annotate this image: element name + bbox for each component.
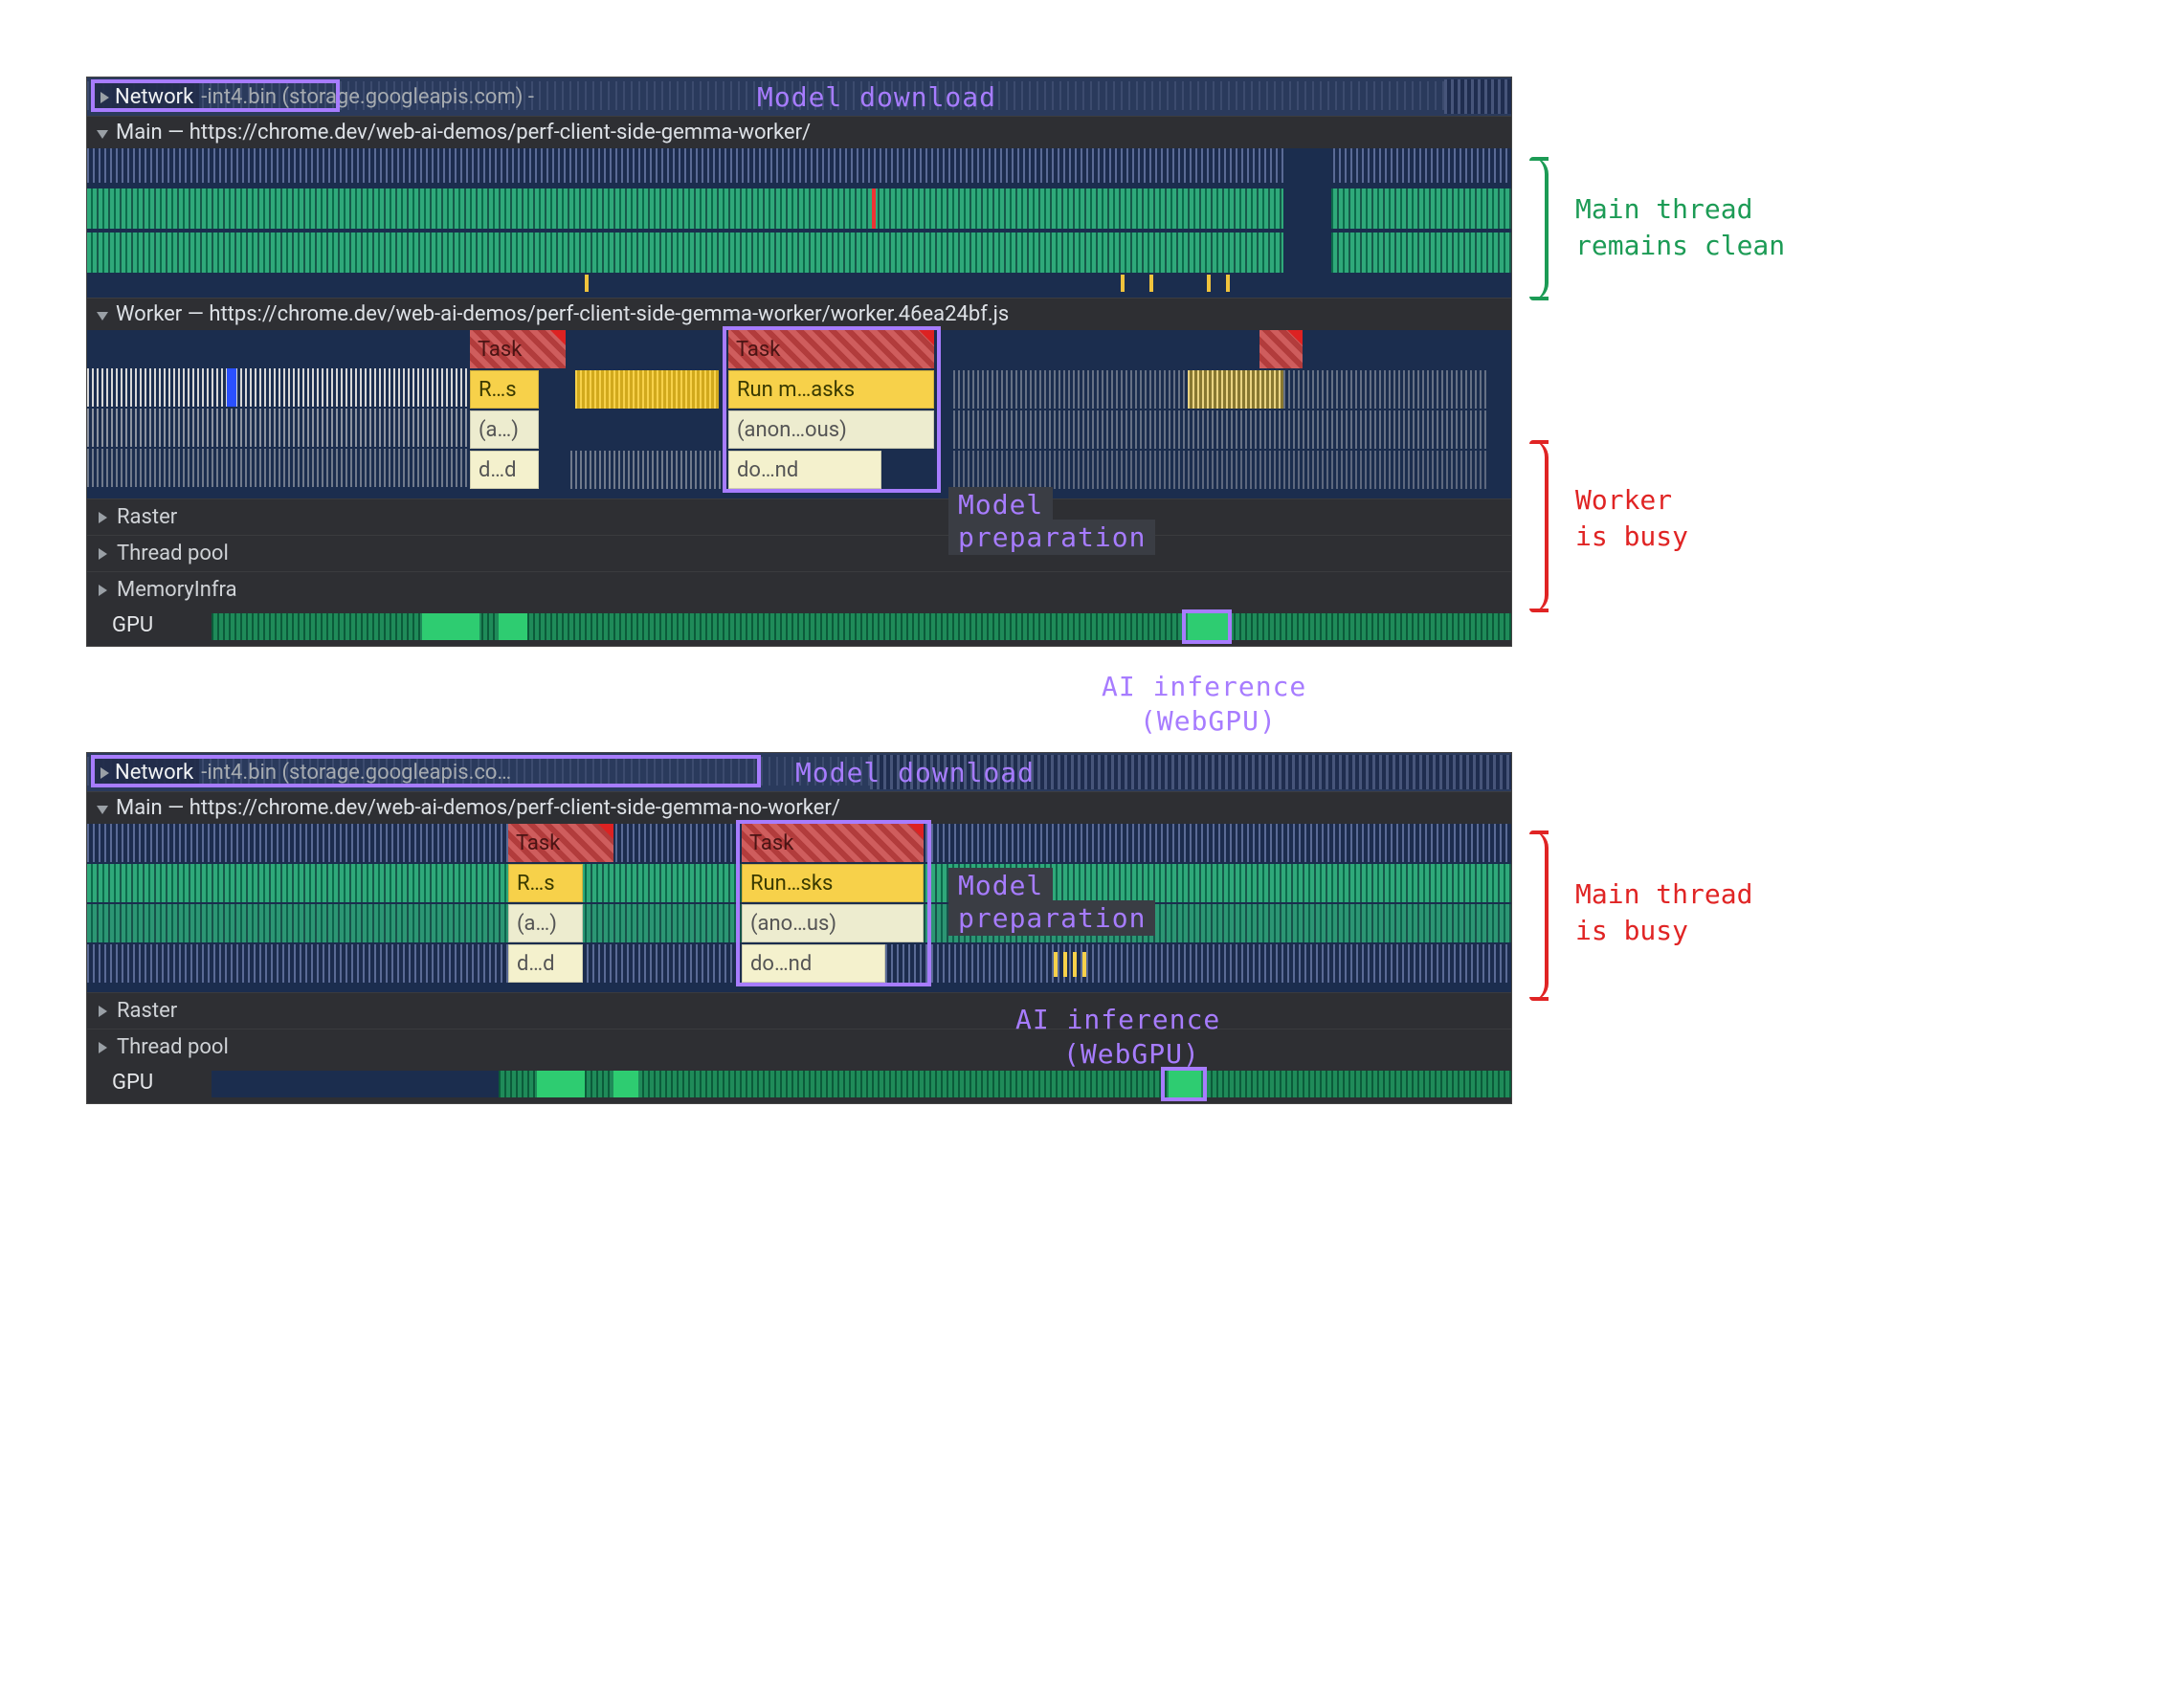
call-frame[interactable]: do…nd <box>742 944 885 983</box>
trace-panel: Network -int4.bin (storage.googleapis.co… <box>86 77 1512 647</box>
chevron-right-icon <box>99 999 107 1023</box>
main-thread-flame[interactable] <box>87 148 1511 298</box>
timing-marks <box>87 273 1511 294</box>
main-thread-header[interactable]: Main — https://chrome.dev/web-ai-demos/p… <box>87 116 1511 148</box>
task-block[interactable]: Task <box>728 330 934 368</box>
chevron-right-icon <box>99 1035 107 1059</box>
network-label: Network <box>95 83 199 111</box>
annotation-model-download: Model download <box>757 81 996 113</box>
annotation-model-prep: Model <box>948 868 1053 903</box>
worker-thread-url: Worker — https://chrome.dev/web-ai-demos… <box>116 302 1009 326</box>
call-frame[interactable]: (a…) <box>508 904 583 942</box>
network-file-name: -int4.bin (storage.googleapis.co… <box>201 761 511 785</box>
network-label: Network <box>95 759 199 786</box>
chevron-down-icon <box>97 121 108 144</box>
worker-thread-flame[interactable]: Task R…s (a…) d…d Task Run m…asks (anon…… <box>87 330 1511 498</box>
main-thread-url: Main — https://chrome.dev/web-ai-demos/p… <box>116 121 811 144</box>
call-frame[interactable]: d…d <box>470 451 539 489</box>
call-frame[interactable]: (a…) <box>470 410 539 449</box>
memory-infra-track[interactable]: MemoryInfra <box>87 571 1511 608</box>
call-frame[interactable]: (anon…ous) <box>728 410 934 449</box>
chevron-down-icon <box>97 302 108 326</box>
thread-pool-track[interactable]: Thread pool <box>87 535 1511 571</box>
annotation-main-busy: Main threadis busy <box>1575 876 1752 949</box>
trace-panel: Network -int4.bin (storage.googleapis.co… <box>86 752 1512 1104</box>
annotation-ai-inference: AI inference <box>1102 671 1306 702</box>
call-frame[interactable]: R…s <box>470 370 539 409</box>
profiler-trace-with-worker: Network -int4.bin (storage.googleapis.co… <box>86 77 1809 647</box>
call-frame[interactable]: Run m…asks <box>728 370 934 409</box>
call-frame[interactable]: R…s <box>508 864 583 902</box>
brace-icon <box>1524 157 1549 300</box>
annotation-model-prep2: preparation <box>948 900 1155 936</box>
annotation-model-prep2: preparation <box>948 520 1155 555</box>
annotation-ai-inference-sub: (WebGPU) <box>1140 705 1277 737</box>
main-thread-flame[interactable]: Task R…s (a…) d…d Task Run…sks (ano…us) … <box>87 824 1511 992</box>
annotation-worker-busy: Workeris busy <box>1575 482 1688 555</box>
profiler-trace-no-worker: Network -int4.bin (storage.googleapis.co… <box>86 752 1809 1104</box>
gpu-track[interactable]: GPU <box>87 1065 1511 1103</box>
annotation-model-download: Model download <box>795 757 1035 788</box>
chevron-down-icon <box>97 796 108 820</box>
task-block[interactable]: Task <box>742 824 924 862</box>
raster-track[interactable]: Raster <box>87 498 1511 535</box>
call-frame[interactable]: do…nd <box>728 451 881 489</box>
chevron-right-icon <box>99 542 107 565</box>
gpu-label: GPU <box>104 613 161 637</box>
chevron-right-icon <box>99 505 107 529</box>
chevron-right-icon <box>99 578 107 602</box>
thread-pool-track[interactable]: Thread pool <box>87 1029 1511 1065</box>
call-frame[interactable]: Run…sks <box>742 864 924 902</box>
task-block[interactable]: Task <box>508 824 613 862</box>
call-frame[interactable]: (ano…us) <box>742 904 924 942</box>
chevron-right-icon <box>100 85 109 109</box>
raster-track[interactable]: Raster <box>87 992 1511 1029</box>
call-frame[interactable]: d…d <box>508 944 583 983</box>
main-thread-header[interactable]: Main — https://chrome.dev/web-ai-demos/p… <box>87 791 1511 824</box>
task-block[interactable]: Task <box>470 330 566 368</box>
main-thread-url: Main — https://chrome.dev/web-ai-demos/p… <box>116 796 840 820</box>
annotation-model-prep: Model <box>948 487 1053 522</box>
gpu-label: GPU <box>104 1071 161 1095</box>
annotation-ai-inference-sub: (WebGPU) <box>1063 1038 1200 1070</box>
annotation-ai-inference: AI inference <box>1015 1004 1220 1035</box>
brace-icon <box>1524 440 1549 612</box>
annotation-main-clean: Main threadremains clean <box>1575 191 1785 264</box>
network-file-name: -int4.bin (storage.googleapis.com) - <box>201 85 534 109</box>
worker-thread-header[interactable]: Worker — https://chrome.dev/web-ai-demos… <box>87 298 1511 330</box>
brace-icon <box>1524 830 1549 1001</box>
gpu-track[interactable]: GPU <box>87 608 1511 646</box>
chevron-right-icon <box>100 761 109 785</box>
